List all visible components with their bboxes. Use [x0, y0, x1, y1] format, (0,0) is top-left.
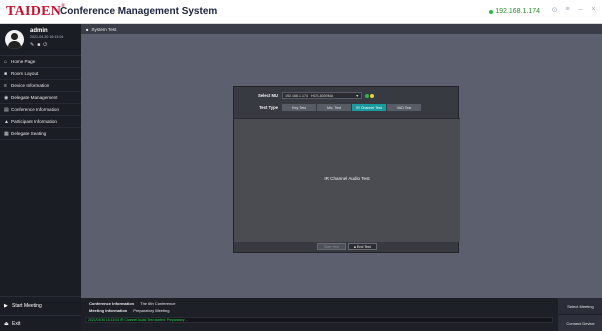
tab-ir-channel-test[interactable]: IR Channel Test [352, 104, 386, 111]
sidebar-item-delegate-management[interactable]: ◉ Delegate Management [0, 92, 81, 104]
test-type-label: Test Type [259, 105, 278, 110]
connection-status: 192.168.1.174 [489, 8, 540, 15]
sidebar-item-label: Participant Information [11, 119, 57, 124]
seating-icon: ▦ [4, 130, 9, 137]
app-title: Conference Management System [60, 6, 218, 17]
username: admin [30, 28, 48, 34]
sidebar-item-label: Room Layout [11, 71, 39, 76]
menu-icon[interactable]: ≡ [563, 6, 572, 14]
sidebar-item-label: Home Page [11, 59, 36, 64]
breadcrumb-icon: ■ [86, 26, 89, 32]
user-panel: admin 2021-04-30 16:13:04 ✎ ■ ⏻ [0, 24, 81, 56]
sidebar-item-label: Delegate Management [11, 95, 58, 100]
status-bar: Conference Information The 6th Conferenc… [81, 298, 602, 331]
meeting-info-label: Meeting Information [89, 308, 128, 313]
mu-status-indicators [365, 93, 374, 98]
delegate-icon: ◉ [4, 94, 9, 101]
select-mu-value: 192.168.1.174 [285, 93, 308, 98]
meeting-info-line: Meeting Information Preparatory Meeting [89, 308, 169, 313]
connect-device-button[interactable]: Connect Device [558, 315, 602, 331]
select-mu-row: Select MU 192.168.1.174 HCS-8300MA ▼ [234, 92, 460, 99]
start-meeting-label: Start Meeting [12, 303, 42, 309]
select-mu-dropdown[interactable]: 192.168.1.174 HCS-8300MA ▼ [282, 92, 362, 99]
select-mu-label: Select MU [257, 93, 278, 98]
exit-button[interactable]: ⏏ Exit [0, 315, 81, 331]
sidebar-item-participant-information[interactable]: ▲ Participant Information [0, 116, 81, 128]
select-meeting-button[interactable]: Select Meeting [558, 298, 602, 314]
sidebar-item-label: Delegate Seating [11, 131, 47, 136]
taiden-logo: TAIDEN® [6, 4, 66, 19]
title-bar: TAIDEN® Conference Management System 192… [0, 0, 602, 24]
breadcrumb-label: System Test [91, 26, 117, 32]
window-controls: ⊙ ≡ – × [550, 6, 598, 14]
sidebar-item-device-information[interactable]: ≡ Device Information [0, 80, 81, 92]
end-test-button[interactable]: ■ End Test [348, 243, 377, 250]
breadcrumb: ■ System Test [81, 24, 602, 34]
conference-info-label: Conference Information [89, 301, 135, 306]
mu-status-yellow-icon [370, 93, 374, 98]
tab-vad-test[interactable]: VAD Test [387, 104, 421, 111]
test-type-row: Test Type Key Test Mic. Test IR Channel … [234, 104, 460, 111]
stop-icon: ■ [354, 244, 356, 249]
meeting-info-value: Preparatory Meeting [133, 308, 170, 313]
conference-info-value: The 6th Conference [140, 301, 176, 306]
login-datetime: 2021-04-30 16:13:04 [30, 35, 64, 39]
right-actions: Select Meeting Connect Device [558, 298, 602, 331]
conference-info-line: Conference Information The 6th Conferenc… [89, 301, 175, 306]
exit-label: Exit [12, 320, 21, 327]
sidebar-footer: ▶ Start Meeting ⏏ Exit [0, 296, 81, 331]
start-meeting-button[interactable]: ▶ Start Meeting [0, 298, 81, 314]
sidebar-item-delegate-seating[interactable]: ▦ Delegate Seating [0, 128, 81, 140]
status-dot-icon [489, 9, 494, 14]
test-content-area: IR Channel Audio Test [234, 118, 460, 242]
logout-icon[interactable]: ⏻ [43, 42, 47, 48]
settings-icon[interactable]: ⊙ [550, 6, 559, 14]
participant-icon: ▲ [4, 118, 9, 125]
ip-address: 192.168.1.174 [495, 8, 540, 15]
start-test-button[interactable]: Start Test [317, 243, 346, 250]
sidebar-item-conference-information[interactable]: ▤ Conference Information [0, 104, 81, 116]
system-test-dialog: Select MU 192.168.1.174 HCS-8300MA ▼ Tes… [233, 86, 460, 253]
test-type-tabs: Key Test Mic. Test IR Channel Test VAD T… [282, 104, 421, 111]
select-mu-model: HCS-8300MA [310, 93, 334, 98]
room-icon: ■ [4, 70, 8, 77]
home-icon: ⌂ [4, 58, 8, 65]
exit-icon: ⏏ [4, 320, 9, 327]
sidebar-item-room-layout[interactable]: ■ Room Layout [0, 68, 81, 80]
play-icon: ▶ [4, 303, 8, 309]
avatar [5, 30, 24, 49]
sidebar-item-home[interactable]: ⌂ Home Page [0, 56, 81, 68]
tab-key-test[interactable]: Key Test [282, 104, 316, 111]
sidebar-item-label: Conference Information [11, 107, 60, 112]
test-description: IR Channel Audio Test [324, 176, 370, 181]
tab-mic-test[interactable]: Mic. Test [317, 104, 351, 111]
sidebar-item-label: Device Information [11, 83, 50, 88]
sidebar: admin 2021-04-30 16:13:04 ✎ ■ ⏻ ⌂ Home P… [0, 24, 81, 331]
end-test-label: End Test [356, 244, 371, 249]
log-marquee: 2021/04/30 16:13:04 IR Channel Audio Tes… [85, 317, 553, 323]
user-actions: ✎ ■ ⏻ [30, 42, 47, 48]
close-icon[interactable]: × [589, 6, 598, 14]
mu-status-green-icon [365, 93, 369, 98]
dialog-actions: Start Test ■ End Test [234, 243, 460, 250]
conference-icon: ▤ [4, 106, 9, 113]
edit-icon[interactable]: ✎ [30, 42, 34, 48]
lock-icon[interactable]: ■ [37, 42, 40, 48]
minimize-icon[interactable]: – [576, 6, 585, 14]
device-icon: ≡ [4, 82, 7, 89]
chevron-down-icon: ▼ [355, 93, 359, 98]
